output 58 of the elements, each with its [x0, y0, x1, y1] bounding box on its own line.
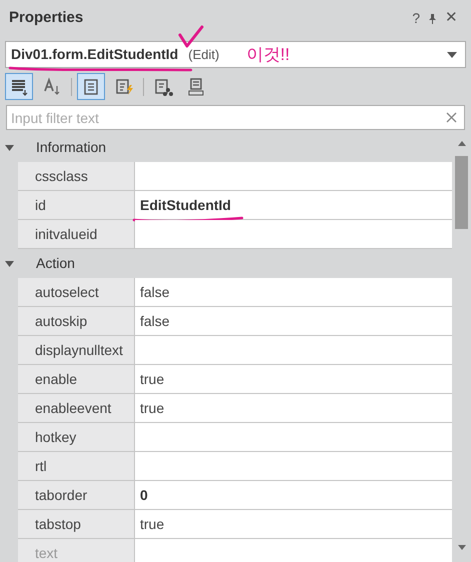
- property-name: enableevent: [18, 394, 135, 422]
- property-name: enable: [18, 365, 135, 393]
- list-panel-icon: [186, 76, 206, 96]
- category-header: Action: [36, 254, 75, 273]
- scroll-down-icon[interactable]: [458, 545, 466, 550]
- property-value: EditStudentId: [140, 196, 231, 214]
- collapse-caret-icon[interactable]: [5, 144, 14, 150]
- property-name: id: [18, 191, 135, 219]
- property-name: autoselect: [18, 278, 135, 306]
- property-value-cell[interactable]: EditStudentId: [135, 191, 452, 219]
- property-name: cssclass: [18, 162, 135, 190]
- property-value: false: [140, 282, 170, 302]
- property-value-cell[interactable]: [135, 162, 452, 190]
- property-value: 0: [140, 486, 148, 504]
- property-name: autoskip: [18, 307, 135, 335]
- property-value: false: [140, 312, 170, 330]
- property-value-cell[interactable]: [135, 539, 452, 562]
- close-button[interactable]: ✕: [442, 6, 461, 30]
- property-value-cell[interactable]: true: [135, 510, 452, 538]
- checkmark-mark: [177, 25, 205, 49]
- lightning-list-icon: [114, 76, 134, 96]
- property-name: taborder: [18, 481, 135, 509]
- clear-icon[interactable]: [446, 112, 457, 123]
- sort-letter-icon: [42, 76, 62, 96]
- property-name: displaynulltext: [18, 336, 135, 364]
- property-value-cell[interactable]: false: [135, 307, 452, 335]
- property-value-cell[interactable]: [135, 452, 452, 480]
- panel-title: Properties: [9, 8, 84, 28]
- property-value-cell[interactable]: 0: [135, 481, 452, 509]
- property-value-cell[interactable]: true: [135, 394, 452, 422]
- annotation-note: 이것!!: [246, 44, 290, 66]
- object-type: (Edit): [188, 46, 220, 64]
- property-value-cell[interactable]: [135, 336, 452, 364]
- property-value: true: [140, 514, 164, 534]
- toolbar-button[interactable]: [5, 73, 33, 100]
- filter-field[interactable]: Input filter text: [6, 105, 465, 130]
- object-dropdown[interactable]: Div01.form.EditStudentId (Edit) 이것!!: [5, 41, 466, 68]
- property-value-cell[interactable]: [135, 220, 452, 248]
- list-dots-icon: [153, 76, 173, 96]
- property-value-cell[interactable]: [135, 423, 452, 451]
- property-name: rtl: [18, 452, 135, 480]
- property-name: tabstop: [18, 510, 135, 538]
- pin-icon: [428, 12, 437, 24]
- property-name: initvalueid: [18, 220, 135, 248]
- collapse-caret-icon[interactable]: [5, 260, 14, 266]
- property-value-cell[interactable]: true: [135, 365, 452, 393]
- toolbar-button[interactable]: [77, 73, 105, 100]
- object-name: Div01.form.EditStudentId: [11, 45, 178, 64]
- help-button[interactable]: ?: [409, 8, 423, 28]
- property-name: text: [18, 539, 135, 562]
- category-header: Information: [36, 138, 106, 157]
- dropdown-caret-icon: [447, 52, 457, 58]
- property-name: hotkey: [18, 423, 135, 451]
- property-value: true: [140, 370, 164, 388]
- scroll-up-icon[interactable]: [458, 141, 466, 146]
- property-value-cell[interactable]: false: [135, 278, 452, 306]
- property-value: true: [140, 398, 164, 418]
- scrollbar-thumb[interactable]: [455, 156, 468, 229]
